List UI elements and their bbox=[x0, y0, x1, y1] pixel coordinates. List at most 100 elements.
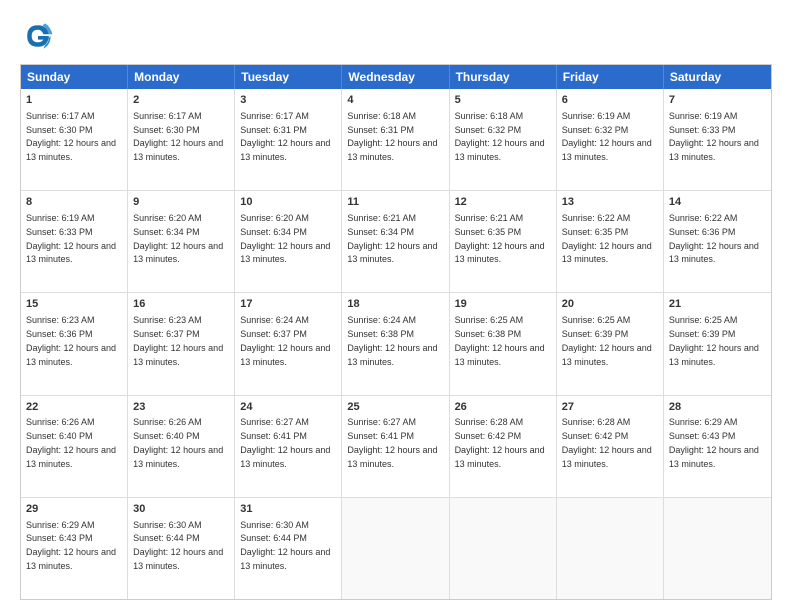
table-row: 22 Sunrise: 6:26 AMSunset: 6:40 PMDaylig… bbox=[21, 396, 128, 497]
day-number: 2 bbox=[133, 93, 229, 108]
cell-info: Sunrise: 6:24 AMSunset: 6:37 PMDaylight:… bbox=[240, 315, 330, 366]
table-row: 27 Sunrise: 6:28 AMSunset: 6:42 PMDaylig… bbox=[557, 396, 664, 497]
day-number: 18 bbox=[347, 297, 443, 312]
table-row: 30 Sunrise: 6:30 AMSunset: 6:44 PMDaylig… bbox=[128, 498, 235, 599]
header-day-wednesday: Wednesday bbox=[342, 65, 449, 89]
day-number: 24 bbox=[240, 400, 336, 415]
header-day-thursday: Thursday bbox=[450, 65, 557, 89]
day-number: 16 bbox=[133, 297, 229, 312]
table-row: 29 Sunrise: 6:29 AMSunset: 6:43 PMDaylig… bbox=[21, 498, 128, 599]
cell-info: Sunrise: 6:29 AMSunset: 6:43 PMDaylight:… bbox=[669, 417, 759, 468]
day-number: 26 bbox=[455, 400, 551, 415]
header bbox=[20, 18, 772, 54]
day-number: 21 bbox=[669, 297, 766, 312]
cell-info: Sunrise: 6:25 AMSunset: 6:38 PMDaylight:… bbox=[455, 315, 545, 366]
cell-info: Sunrise: 6:25 AMSunset: 6:39 PMDaylight:… bbox=[562, 315, 652, 366]
cell-info: Sunrise: 6:28 AMSunset: 6:42 PMDaylight:… bbox=[455, 417, 545, 468]
table-row: 9 Sunrise: 6:20 AMSunset: 6:34 PMDayligh… bbox=[128, 191, 235, 292]
cell-info: Sunrise: 6:20 AMSunset: 6:34 PMDaylight:… bbox=[240, 213, 330, 264]
cell-info: Sunrise: 6:24 AMSunset: 6:38 PMDaylight:… bbox=[347, 315, 437, 366]
cell-info: Sunrise: 6:20 AMSunset: 6:34 PMDaylight:… bbox=[133, 213, 223, 264]
day-number: 12 bbox=[455, 195, 551, 210]
cell-info: Sunrise: 6:19 AMSunset: 6:33 PMDaylight:… bbox=[669, 111, 759, 162]
day-number: 6 bbox=[562, 93, 658, 108]
calendar-row-1: 8 Sunrise: 6:19 AMSunset: 6:33 PMDayligh… bbox=[21, 190, 771, 292]
table-row bbox=[557, 498, 664, 599]
table-row: 5 Sunrise: 6:18 AMSunset: 6:32 PMDayligh… bbox=[450, 89, 557, 190]
cell-info: Sunrise: 6:30 AMSunset: 6:44 PMDaylight:… bbox=[133, 520, 223, 571]
header-day-tuesday: Tuesday bbox=[235, 65, 342, 89]
table-row: 16 Sunrise: 6:23 AMSunset: 6:37 PMDaylig… bbox=[128, 293, 235, 394]
table-row bbox=[450, 498, 557, 599]
cell-info: Sunrise: 6:22 AMSunset: 6:36 PMDaylight:… bbox=[669, 213, 759, 264]
table-row bbox=[342, 498, 449, 599]
cell-info: Sunrise: 6:27 AMSunset: 6:41 PMDaylight:… bbox=[347, 417, 437, 468]
day-number: 5 bbox=[455, 93, 551, 108]
cell-info: Sunrise: 6:25 AMSunset: 6:39 PMDaylight:… bbox=[669, 315, 759, 366]
cell-info: Sunrise: 6:17 AMSunset: 6:31 PMDaylight:… bbox=[240, 111, 330, 162]
table-row: 14 Sunrise: 6:22 AMSunset: 6:36 PMDaylig… bbox=[664, 191, 771, 292]
table-row bbox=[664, 498, 771, 599]
header-day-monday: Monday bbox=[128, 65, 235, 89]
day-number: 29 bbox=[26, 502, 122, 517]
table-row: 8 Sunrise: 6:19 AMSunset: 6:33 PMDayligh… bbox=[21, 191, 128, 292]
table-row: 31 Sunrise: 6:30 AMSunset: 6:44 PMDaylig… bbox=[235, 498, 342, 599]
table-row: 23 Sunrise: 6:26 AMSunset: 6:40 PMDaylig… bbox=[128, 396, 235, 497]
table-row: 11 Sunrise: 6:21 AMSunset: 6:34 PMDaylig… bbox=[342, 191, 449, 292]
cell-info: Sunrise: 6:28 AMSunset: 6:42 PMDaylight:… bbox=[562, 417, 652, 468]
table-row: 19 Sunrise: 6:25 AMSunset: 6:38 PMDaylig… bbox=[450, 293, 557, 394]
day-number: 17 bbox=[240, 297, 336, 312]
cell-info: Sunrise: 6:30 AMSunset: 6:44 PMDaylight:… bbox=[240, 520, 330, 571]
day-number: 7 bbox=[669, 93, 766, 108]
calendar-row-0: 1 Sunrise: 6:17 AMSunset: 6:30 PMDayligh… bbox=[21, 89, 771, 190]
table-row: 7 Sunrise: 6:19 AMSunset: 6:33 PMDayligh… bbox=[664, 89, 771, 190]
cell-info: Sunrise: 6:26 AMSunset: 6:40 PMDaylight:… bbox=[26, 417, 116, 468]
cell-info: Sunrise: 6:19 AMSunset: 6:33 PMDaylight:… bbox=[26, 213, 116, 264]
day-number: 30 bbox=[133, 502, 229, 517]
calendar: SundayMondayTuesdayWednesdayThursdayFrid… bbox=[20, 64, 772, 600]
cell-info: Sunrise: 6:21 AMSunset: 6:35 PMDaylight:… bbox=[455, 213, 545, 264]
cell-info: Sunrise: 6:18 AMSunset: 6:31 PMDaylight:… bbox=[347, 111, 437, 162]
day-number: 27 bbox=[562, 400, 658, 415]
cell-info: Sunrise: 6:17 AMSunset: 6:30 PMDaylight:… bbox=[26, 111, 116, 162]
calendar-row-3: 22 Sunrise: 6:26 AMSunset: 6:40 PMDaylig… bbox=[21, 395, 771, 497]
day-number: 20 bbox=[562, 297, 658, 312]
cell-info: Sunrise: 6:27 AMSunset: 6:41 PMDaylight:… bbox=[240, 417, 330, 468]
day-number: 11 bbox=[347, 195, 443, 210]
cell-info: Sunrise: 6:22 AMSunset: 6:35 PMDaylight:… bbox=[562, 213, 652, 264]
table-row: 2 Sunrise: 6:17 AMSunset: 6:30 PMDayligh… bbox=[128, 89, 235, 190]
table-row: 1 Sunrise: 6:17 AMSunset: 6:30 PMDayligh… bbox=[21, 89, 128, 190]
cell-info: Sunrise: 6:19 AMSunset: 6:32 PMDaylight:… bbox=[562, 111, 652, 162]
table-row: 15 Sunrise: 6:23 AMSunset: 6:36 PMDaylig… bbox=[21, 293, 128, 394]
header-day-friday: Friday bbox=[557, 65, 664, 89]
table-row: 6 Sunrise: 6:19 AMSunset: 6:32 PMDayligh… bbox=[557, 89, 664, 190]
table-row: 3 Sunrise: 6:17 AMSunset: 6:31 PMDayligh… bbox=[235, 89, 342, 190]
day-number: 25 bbox=[347, 400, 443, 415]
day-number: 9 bbox=[133, 195, 229, 210]
table-row: 13 Sunrise: 6:22 AMSunset: 6:35 PMDaylig… bbox=[557, 191, 664, 292]
header-day-saturday: Saturday bbox=[664, 65, 771, 89]
table-row: 10 Sunrise: 6:20 AMSunset: 6:34 PMDaylig… bbox=[235, 191, 342, 292]
logo bbox=[20, 18, 62, 54]
cell-info: Sunrise: 6:23 AMSunset: 6:37 PMDaylight:… bbox=[133, 315, 223, 366]
table-row: 12 Sunrise: 6:21 AMSunset: 6:35 PMDaylig… bbox=[450, 191, 557, 292]
calendar-body: 1 Sunrise: 6:17 AMSunset: 6:30 PMDayligh… bbox=[21, 89, 771, 599]
day-number: 31 bbox=[240, 502, 336, 517]
calendar-row-4: 29 Sunrise: 6:29 AMSunset: 6:43 PMDaylig… bbox=[21, 497, 771, 599]
day-number: 23 bbox=[133, 400, 229, 415]
cell-info: Sunrise: 6:26 AMSunset: 6:40 PMDaylight:… bbox=[133, 417, 223, 468]
table-row: 4 Sunrise: 6:18 AMSunset: 6:31 PMDayligh… bbox=[342, 89, 449, 190]
table-row: 18 Sunrise: 6:24 AMSunset: 6:38 PMDaylig… bbox=[342, 293, 449, 394]
cell-info: Sunrise: 6:29 AMSunset: 6:43 PMDaylight:… bbox=[26, 520, 116, 571]
table-row: 21 Sunrise: 6:25 AMSunset: 6:39 PMDaylig… bbox=[664, 293, 771, 394]
cell-info: Sunrise: 6:23 AMSunset: 6:36 PMDaylight:… bbox=[26, 315, 116, 366]
cell-info: Sunrise: 6:21 AMSunset: 6:34 PMDaylight:… bbox=[347, 213, 437, 264]
day-number: 3 bbox=[240, 93, 336, 108]
cell-info: Sunrise: 6:18 AMSunset: 6:32 PMDaylight:… bbox=[455, 111, 545, 162]
day-number: 8 bbox=[26, 195, 122, 210]
day-number: 14 bbox=[669, 195, 766, 210]
day-number: 10 bbox=[240, 195, 336, 210]
calendar-row-2: 15 Sunrise: 6:23 AMSunset: 6:36 PMDaylig… bbox=[21, 292, 771, 394]
day-number: 13 bbox=[562, 195, 658, 210]
table-row: 25 Sunrise: 6:27 AMSunset: 6:41 PMDaylig… bbox=[342, 396, 449, 497]
